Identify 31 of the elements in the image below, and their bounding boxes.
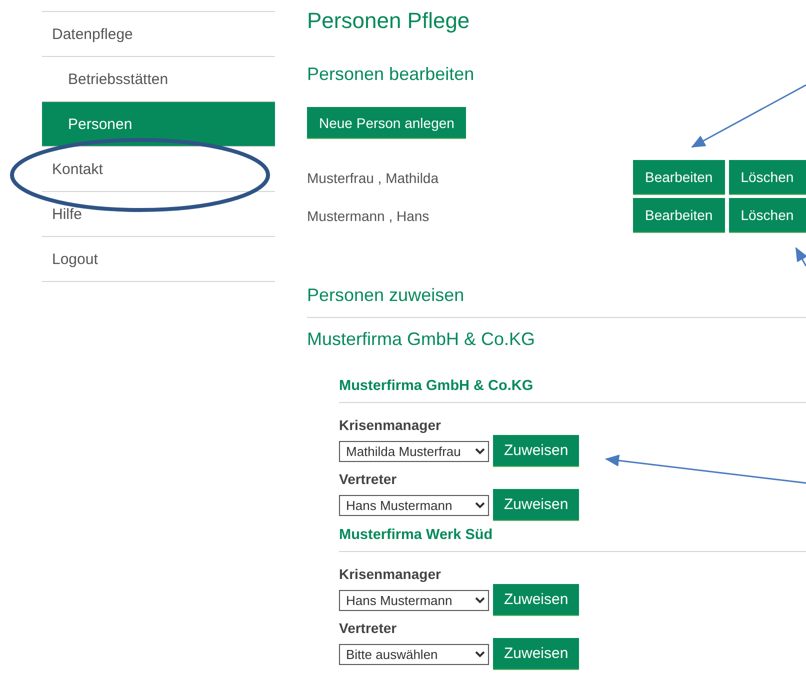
delete-button[interactable]: Löschen [728, 160, 806, 195]
person-name: Mustermann , Hans [307, 208, 430, 224]
page-title: Personen Pflege [307, 8, 471, 34]
assign-button[interactable]: Zuweisen [493, 638, 580, 670]
delete-button[interactable]: Löschen [728, 198, 806, 233]
section-heading: Personen bearbeiten [307, 63, 476, 86]
role-label: Vertreter [339, 619, 397, 638]
person-name: Musterfrau , Mathilda [307, 170, 440, 186]
sidebar-item[interactable]: Logout [42, 236, 275, 281]
edit-button[interactable]: Bearbeiten [633, 198, 725, 233]
site-name: Musterfirma Werk Süd [339, 527, 494, 543]
edit-button[interactable]: Bearbeiten [633, 160, 725, 195]
sidebar-item[interactable]: Kontakt [42, 146, 275, 191]
sidebar-item[interactable]: Datenpflege [42, 11, 275, 56]
person-select[interactable]: Hans Mustermann [339, 590, 489, 610]
person-select[interactable]: Hans Mustermann [339, 494, 489, 516]
person-select[interactable]: Bitte auswählen [339, 644, 489, 664]
site-name: Musterfirma GmbH & Co.KG [339, 378, 534, 394]
assign-button[interactable]: Zuweisen [493, 489, 580, 521]
company-name: Musterfirma GmbH & Co.KG [307, 329, 536, 350]
assign-button[interactable]: Zuweisen [493, 435, 580, 467]
section-heading: Personen zuweisen [307, 284, 466, 307]
annotation-arrow [795, 247, 806, 266]
person-select[interactable]: Mathilda Musterfrau [339, 440, 489, 462]
role-label: Krisenmanager [339, 416, 441, 435]
assign-button[interactable]: Zuweisen [493, 584, 580, 616]
sidebar-item[interactable]: Hilfe [42, 191, 275, 236]
role-label: Vertreter [339, 470, 397, 489]
role-label: Krisenmanager [339, 565, 441, 584]
sidebar-item[interactable]: Personen [42, 101, 275, 146]
new-person-button[interactable]: Neue Person anlegen [307, 107, 466, 139]
